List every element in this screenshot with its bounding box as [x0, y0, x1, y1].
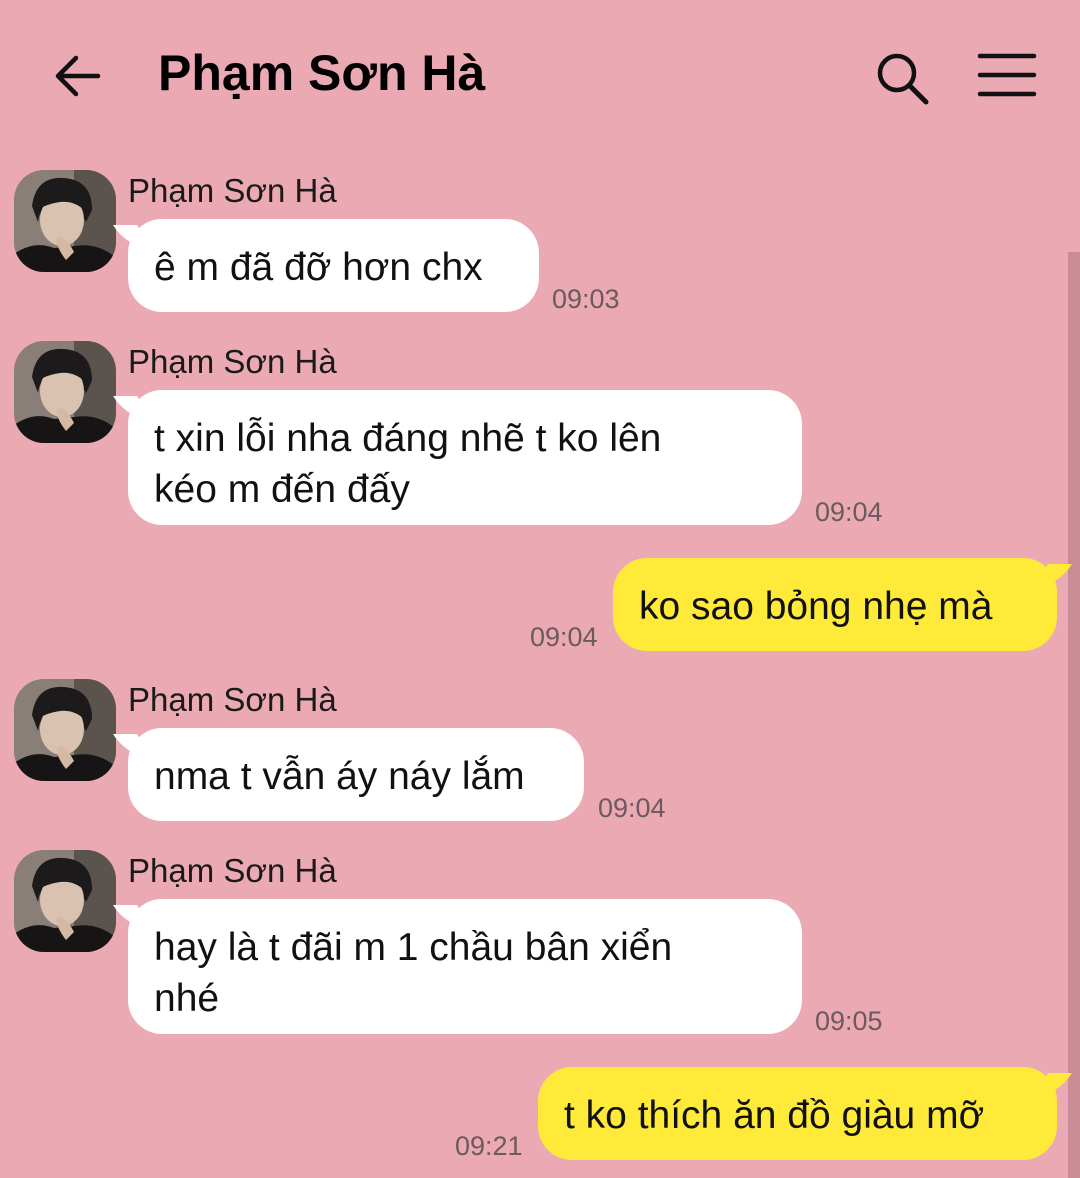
avatar[interactable]	[14, 170, 116, 272]
message-bubble[interactable]: nma t vẫn áy náy lắm	[128, 728, 584, 821]
message-time: 09:04	[815, 497, 883, 527]
avatar[interactable]	[14, 679, 116, 781]
sender-name: Phạm Sơn Hà	[128, 681, 337, 718]
hamburger-menu-icon[interactable]	[976, 50, 1038, 100]
message-bubble[interactable]: t xin lỗi nha đáng nhẽ t ko lên kéo m đế…	[128, 390, 802, 525]
message-time: 09:04	[598, 793, 666, 823]
sender-name: Phạm Sơn Hà	[128, 343, 337, 380]
sender-name: Phạm Sơn Hà	[128, 172, 337, 209]
chat-header: Phạm Sơn Hà	[0, 0, 1080, 150]
avatar[interactable]	[14, 850, 116, 952]
message-bubble[interactable]: ê m đã đỡ hơn chx	[128, 219, 539, 312]
message-time: 09:03	[552, 284, 620, 314]
avatar[interactable]	[14, 341, 116, 443]
sender-name: Phạm Sơn Hà	[128, 852, 337, 889]
message-bubble[interactable]: ko sao bỏng nhẹ mà	[613, 558, 1057, 651]
message-time: 09:21	[455, 1131, 523, 1161]
message-time: 09:05	[815, 1006, 883, 1036]
message-time: 09:04	[530, 622, 598, 652]
message-bubble[interactable]: hay là t đãi m 1 chầu bân xiển nhé	[128, 899, 802, 1034]
message-bubble[interactable]: t ko thích ăn đồ giàu mỡ	[538, 1067, 1057, 1160]
search-icon[interactable]	[872, 48, 932, 108]
chat-title: Phạm Sơn Hà	[158, 45, 486, 101]
scrollbar[interactable]	[1068, 252, 1080, 1178]
arrow-left-icon[interactable]	[50, 48, 106, 104]
